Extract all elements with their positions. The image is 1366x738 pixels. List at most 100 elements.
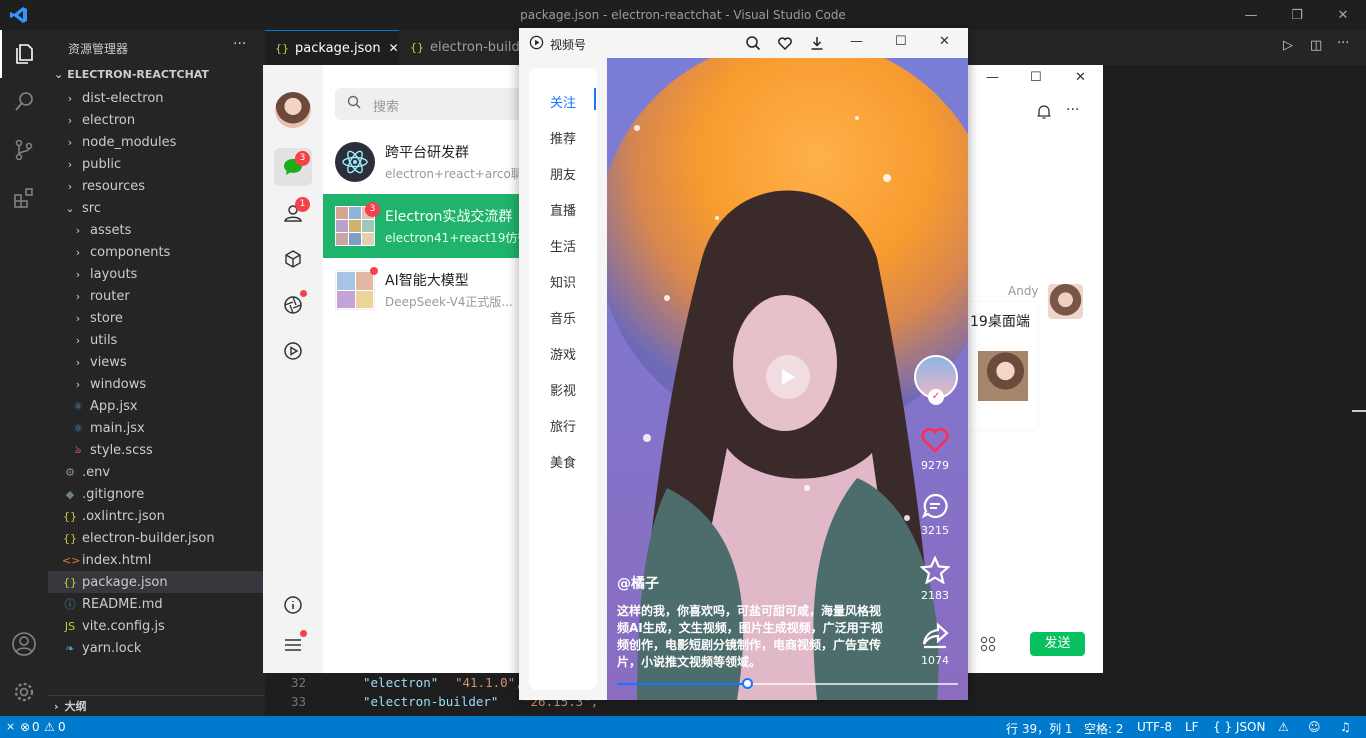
file-item[interactable]: ⚛ App.jsx: [48, 395, 265, 417]
video-nav-item[interactable]: 旅行: [529, 416, 597, 435]
video-nav-item[interactable]: 推荐: [529, 128, 597, 147]
folder-item[interactable]: › components: [48, 241, 265, 263]
warning-count[interactable]: 0: [58, 720, 66, 734]
remote-icon[interactable]: ⨯: [6, 720, 15, 733]
outline-section[interactable]: › 大纲: [48, 695, 265, 716]
close-button[interactable]: ✕: [939, 34, 950, 49]
folder-item[interactable]: › node_modules: [48, 131, 265, 153]
tab-package-json[interactable]: {} package.json ✕: [265, 30, 399, 65]
folder-item[interactable]: › resources: [48, 175, 265, 197]
tab-electron-builder[interactable]: {} electron-builde: [400, 30, 528, 65]
like-button[interactable]: [920, 426, 950, 458]
scroll-indicator[interactable]: [1352, 410, 1366, 412]
account-icon[interactable]: [0, 620, 48, 668]
message-image[interactable]: [978, 351, 1028, 401]
folder-item[interactable]: › utils: [48, 329, 265, 351]
indentation[interactable]: 空格: 2: [1084, 720, 1124, 737]
send-button[interactable]: 发送: [1030, 632, 1085, 656]
file-item[interactable]: {} electron-builder.json: [48, 527, 265, 549]
workspace-root[interactable]: ⌄ ELECTRON-REACTCHAT: [54, 68, 209, 81]
restore-button[interactable]: ❐: [1274, 0, 1320, 30]
conversation-item-active[interactable]: 3 Electron实战交流群 electron41+react19仿微信: [323, 194, 523, 258]
file-item[interactable]: JS vite.config.js: [48, 615, 265, 637]
close-button[interactable]: ✕: [1320, 0, 1366, 30]
search-icon[interactable]: [745, 35, 761, 55]
settings-gear-icon[interactable]: [0, 668, 48, 716]
more-actions-icon[interactable]: ···: [233, 36, 246, 52]
share-button[interactable]: [921, 622, 949, 654]
bell-icon[interactable]: [1036, 104, 1052, 124]
chat-maximize-button[interactable]: ☐: [1030, 70, 1042, 85]
video-nav-item[interactable]: 朋友: [529, 164, 597, 183]
file-item[interactable]: ⚙ .env: [48, 461, 265, 483]
video-nav-item[interactable]: 影视: [529, 380, 597, 399]
cursor-position[interactable]: 行 39，列 1: [1006, 720, 1073, 737]
folder-item[interactable]: › assets: [48, 219, 265, 241]
apps-icon[interactable]: [980, 636, 996, 656]
chat-minimize-button[interactable]: —: [986, 70, 999, 85]
file-item[interactable]: ◆ .gitignore: [48, 483, 265, 505]
file-item[interactable]: {} .oxlintrc.json: [48, 505, 265, 527]
folder-item[interactable]: › router: [48, 285, 265, 307]
close-tab-icon[interactable]: ✕: [389, 41, 399, 55]
folder-item[interactable]: › electron: [48, 109, 265, 131]
video-nav[interactable]: [274, 332, 312, 370]
video-nav-item[interactable]: 直播: [529, 200, 597, 219]
run-icon[interactable]: ▷: [1283, 38, 1293, 53]
about-nav[interactable]: [274, 586, 312, 624]
chat-close-button[interactable]: ✕: [1075, 70, 1086, 85]
file-item[interactable]: ঌ style.scss: [48, 439, 265, 461]
progress-knob[interactable]: [741, 678, 753, 689]
more-options-icon[interactable]: ···: [1066, 102, 1079, 118]
folder-item[interactable]: › store: [48, 307, 265, 329]
file-item[interactable]: ⓘ README.md: [48, 593, 265, 615]
end-of-line[interactable]: LF: [1185, 720, 1199, 734]
split-editor-icon[interactable]: ◫: [1310, 38, 1322, 53]
folder-item[interactable]: › layouts: [48, 263, 265, 285]
file-item[interactable]: ❧ yarn.lock: [48, 637, 265, 659]
video-nav-item[interactable]: 关注: [529, 92, 597, 111]
folder-item[interactable]: › dist-electron: [48, 87, 265, 109]
file-item[interactable]: <> index.html: [48, 549, 265, 571]
chat-search-box[interactable]: 搜索: [335, 88, 535, 120]
video-nav-item[interactable]: 生活: [529, 236, 597, 255]
box-nav[interactable]: [274, 240, 312, 278]
minimize-button[interactable]: —: [850, 34, 863, 49]
language-mode[interactable]: { } JSON: [1213, 720, 1265, 734]
folder-item[interactable]: › views: [48, 351, 265, 373]
video-author[interactable]: @橘子: [617, 573, 659, 593]
feedback-icon[interactable]: ☺: [1308, 720, 1321, 734]
file-item[interactable]: {} package.json: [48, 571, 265, 593]
center-play-button[interactable]: [766, 355, 810, 399]
folder-item[interactable]: ⌄ src: [48, 197, 265, 219]
folder-item[interactable]: › public: [48, 153, 265, 175]
warning-icon[interactable]: ⚠: [44, 720, 55, 734]
heart-icon[interactable]: [777, 35, 793, 55]
bell-icon[interactable]: ♫: [1340, 720, 1351, 734]
extensions-icon[interactable]: [0, 174, 48, 222]
warning-icon[interactable]: ⚠: [1278, 720, 1289, 734]
error-icon[interactable]: ⊗: [20, 720, 30, 734]
comment-button[interactable]: [921, 492, 949, 524]
more-actions-icon[interactable]: ···: [1337, 36, 1349, 51]
search-icon[interactable]: [0, 78, 48, 126]
folder-item[interactable]: › windows: [48, 373, 265, 395]
favorite-button[interactable]: [919, 555, 951, 588]
video-nav-item[interactable]: 知识: [529, 272, 597, 291]
download-icon[interactable]: [809, 35, 825, 55]
maximize-button[interactable]: ☐: [895, 34, 907, 49]
encoding[interactable]: UTF-8: [1137, 720, 1172, 734]
search-input[interactable]: 搜索: [373, 96, 399, 115]
source-control-icon[interactable]: [0, 126, 48, 174]
user-avatar[interactable]: [275, 92, 311, 128]
follow-check-icon[interactable]: ✓: [928, 389, 944, 405]
file-item[interactable]: ⚛ main.jsx: [48, 417, 265, 439]
conversation-item[interactable]: 跨平台研发群 electron+react+arco聊天: [323, 130, 523, 194]
minimize-button[interactable]: —: [1228, 0, 1274, 30]
explorer-icon[interactable]: [0, 30, 48, 78]
video-nav-item[interactable]: 游戏: [529, 344, 597, 363]
error-count[interactable]: 0: [32, 720, 40, 734]
video-nav-item[interactable]: 美食: [529, 452, 597, 471]
video-nav-item[interactable]: 音乐: [529, 308, 597, 327]
conversation-item[interactable]: AI智能大模型 DeepSeek-V4正式版...: [323, 258, 523, 322]
